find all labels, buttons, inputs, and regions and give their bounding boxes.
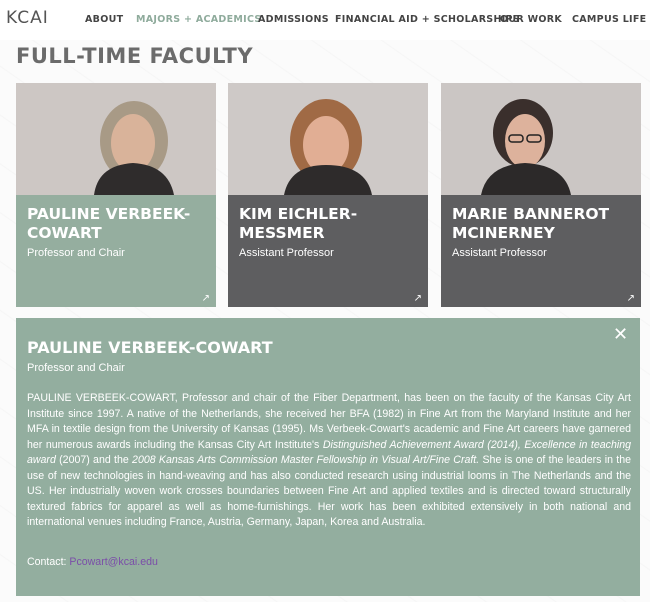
detail-contact: Contact: Pcowart@kcai.edu	[27, 556, 158, 568]
faculty-role: Assistant Professor	[452, 247, 547, 259]
faculty-card-info: MARIE BANNEROT MCINERNEY Assistant Profe…	[441, 195, 641, 307]
faculty-role: Assistant Professor	[239, 247, 334, 259]
nav-majors-academics[interactable]: MAJORS + ACADEMICS	[136, 14, 262, 25]
faculty-card-info: PAULINE VERBEEK-COWART Professor and Cha…	[16, 195, 216, 307]
detail-role: Professor and Chair	[27, 362, 125, 374]
fellowship-title: 2008 Kansas Arts Commission Master Fello…	[132, 454, 480, 466]
faculty-detail-panel: PAULINE VERBEEK-COWART Professor and Cha…	[16, 318, 640, 596]
faculty-card-eichler-messmer[interactable]: KIM EICHLER-MESSMER Assistant Professor …	[228, 83, 428, 307]
nav-about[interactable]: ABOUT	[85, 14, 123, 25]
nav-admissions[interactable]: ADMISSIONS	[258, 14, 329, 25]
page-title: FULL-TIME FACULTY	[16, 44, 254, 68]
faculty-name: MARIE BANNEROT MCINERNEY	[452, 205, 610, 242]
faculty-card-info: KIM EICHLER-MESSMER Assistant Professor …	[228, 195, 428, 307]
detail-name: PAULINE VERBEEK-COWART	[27, 338, 273, 357]
faculty-name: PAULINE VERBEEK-COWART	[27, 205, 191, 242]
faculty-card-bannerot-mcinerney[interactable]: MARIE BANNEROT MCINERNEY Assistant Profe…	[441, 83, 641, 307]
faculty-card-verbeek-cowart[interactable]: PAULINE VERBEEK-COWART Professor and Cha…	[16, 83, 216, 307]
nav-financial-aid-scholarships[interactable]: FINANCIAL AID + SCHOLARSHIPS	[335, 14, 520, 25]
expand-arrow-icon[interactable]: ↗	[202, 293, 210, 304]
top-navigation-bar: KCAI ABOUT MAJORS + ACADEMICS ADMISSIONS…	[0, 0, 650, 40]
faculty-name: KIM EICHLER-MESSMER	[239, 205, 358, 242]
nav-our-work[interactable]: OUR WORK	[500, 14, 562, 25]
faculty-photo	[16, 83, 216, 195]
expand-arrow-icon[interactable]: ↗	[627, 293, 635, 304]
faculty-photo	[441, 83, 641, 195]
expand-arrow-icon[interactable]: ↗	[414, 293, 422, 304]
contact-email-link[interactable]: Pcowart@kcai.edu	[69, 556, 157, 568]
kcai-logo[interactable]: KCAI	[6, 8, 49, 28]
nav-campus-life[interactable]: CAMPUS LIFE	[572, 14, 646, 25]
close-icon[interactable]: ✕	[613, 324, 628, 344]
detail-bio: PAULINE VERBEEK-COWART, Professor and ch…	[27, 392, 631, 528]
faculty-photo	[228, 83, 428, 195]
contact-label: Contact:	[27, 556, 67, 568]
faculty-role: Professor and Chair	[27, 247, 125, 259]
